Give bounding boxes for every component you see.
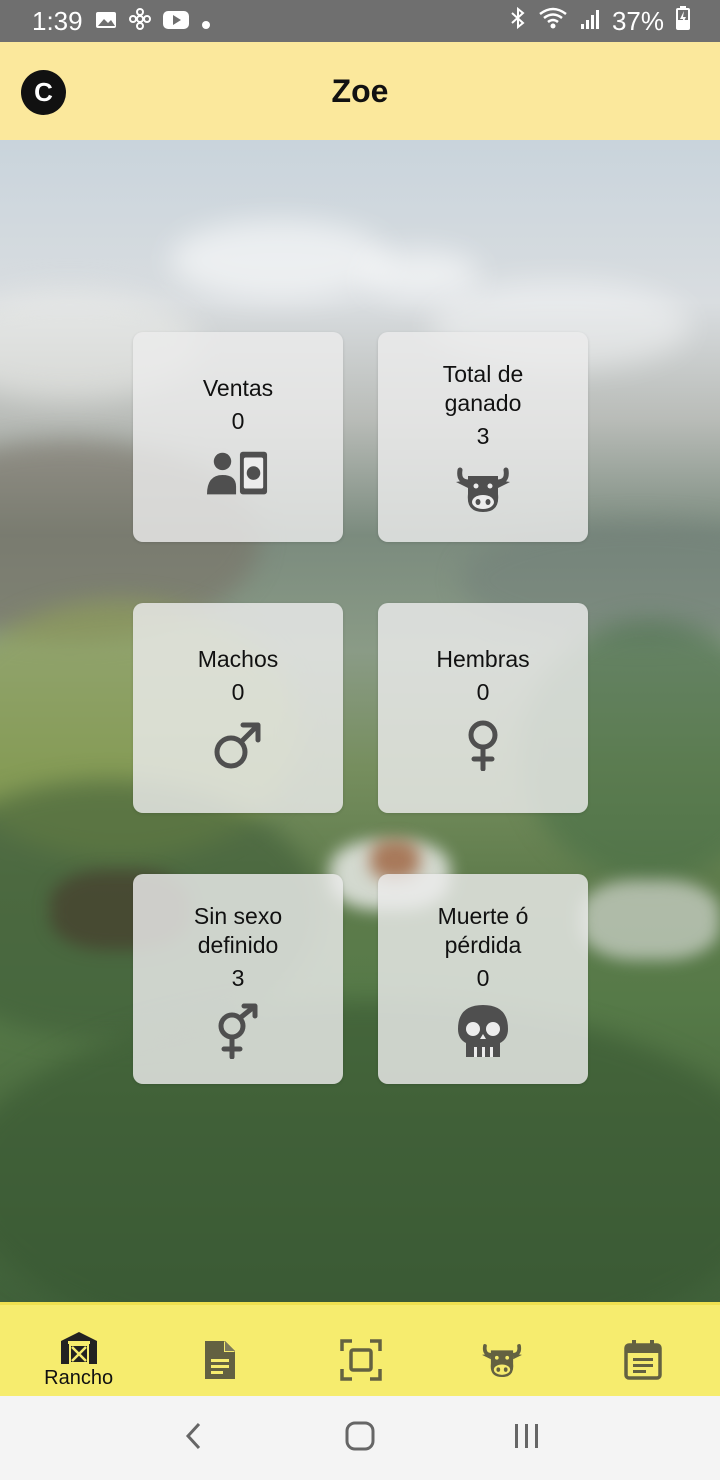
nav-label-rancho: Rancho <box>44 1366 114 1389</box>
back-button[interactable] <box>163 1408 223 1468</box>
dot-icon <box>201 6 211 37</box>
card-label: Hembras <box>436 646 530 672</box>
nav-item-scan[interactable] <box>290 1321 431 1399</box>
wifi-icon <box>538 6 568 37</box>
status-bar: 1:39 37% <box>0 0 720 42</box>
card-label: Total de ganado <box>442 360 524 416</box>
status-left: 1:39 <box>32 6 211 37</box>
card-sin-sexo[interactable]: Sin sexo definido 3 <box>133 874 343 1084</box>
recents-icon <box>512 1422 542 1455</box>
bottom-navigation-items: Rancho <box>8 1321 714 1399</box>
card-hembras[interactable]: Hembras 0 <box>378 603 588 813</box>
nav-item-rancho[interactable]: Rancho <box>8 1321 149 1399</box>
card-value: 0 <box>231 679 245 705</box>
male-icon <box>207 719 269 771</box>
card-label: Sin sexo definido <box>193 902 283 958</box>
status-time: 1:39 <box>32 5 83 36</box>
youtube-icon <box>162 6 189 37</box>
status-right: 37% <box>510 5 690 37</box>
card-label: Machos <box>197 646 279 672</box>
barn-icon <box>60 1331 98 1365</box>
pinwheel-icon <box>128 6 151 37</box>
card-label: Muerte ó pérdida <box>437 902 529 958</box>
back-icon <box>183 1421 203 1456</box>
app-bar: C Zoe <box>0 42 720 140</box>
female-icon <box>452 719 514 771</box>
signal-icon <box>580 6 600 37</box>
battery-percent: 37% <box>611 5 664 36</box>
home-icon <box>344 1420 376 1457</box>
card-value: 3 <box>231 964 245 991</box>
card-ventas[interactable]: Ventas 0 <box>133 332 343 542</box>
skull-icon <box>452 1004 514 1057</box>
system-navigation-bar <box>0 1396 720 1480</box>
cow-icon <box>452 463 514 515</box>
card-value: 0 <box>476 679 490 705</box>
bottom-navigation: Rancho <box>0 1302 720 1396</box>
cow-icon <box>482 1341 523 1379</box>
scan-icon <box>340 1339 382 1381</box>
card-muerte-perdida[interactable]: Muerte ó pérdida 0 <box>378 874 588 1084</box>
nav-item-cattle[interactable] <box>432 1321 573 1399</box>
card-value: 0 <box>476 964 490 991</box>
nav-item-documents[interactable] <box>149 1321 290 1399</box>
nav-item-calendar[interactable] <box>573 1321 714 1399</box>
card-total-ganado[interactable]: Total de ganado 3 <box>378 332 588 542</box>
card-value: 0 <box>231 408 245 434</box>
stats-grid: Ventas 0 Total de ganado 3 Machos 0 Hemb… <box>133 332 588 1084</box>
app-logo[interactable]: C <box>21 70 66 115</box>
card-label: Ventas <box>202 375 274 401</box>
card-machos[interactable]: Machos 0 <box>133 603 343 813</box>
image-icon <box>95 6 117 37</box>
recents-button[interactable] <box>497 1408 557 1468</box>
calendar-icon <box>624 1340 663 1380</box>
intersex-icon <box>207 1003 269 1059</box>
card-value: 3 <box>476 422 490 449</box>
bluetooth-icon <box>510 6 526 37</box>
battery-charging-icon <box>676 5 690 37</box>
sales-icon <box>207 448 269 500</box>
page-title: Zoe <box>331 72 389 109</box>
home-button[interactable] <box>330 1408 390 1468</box>
document-icon <box>203 1339 237 1381</box>
